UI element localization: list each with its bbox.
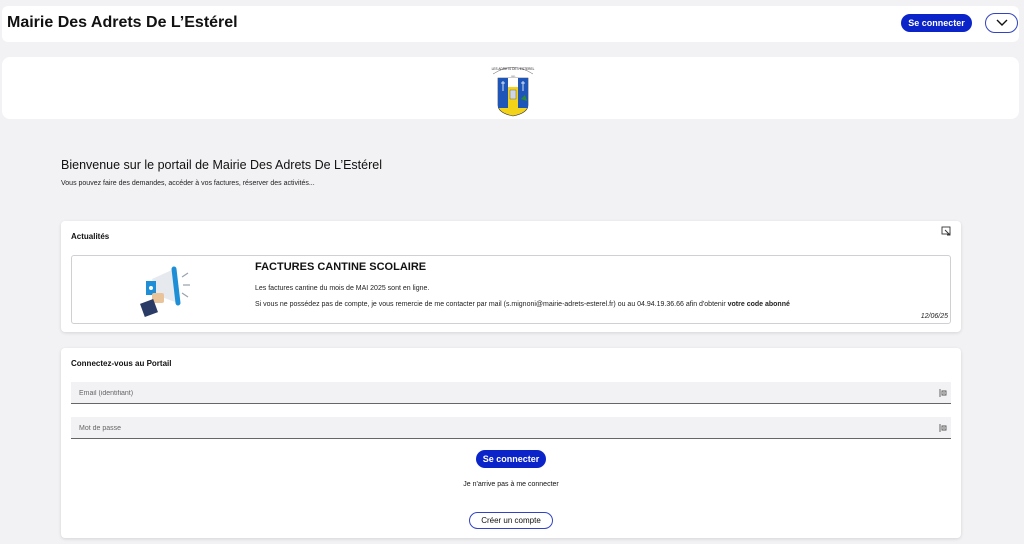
news-card: Actualités FACTURES CANTINE SCOLAIRE Les… xyxy=(61,221,961,332)
header-connect-button[interactable]: Se connecter xyxy=(901,14,972,32)
news-section-title: Actualités xyxy=(71,232,110,241)
login-card: Connectez-vous au Portail Se connecter J… xyxy=(61,348,961,538)
welcome-subtitle: Vous pouvez faire des demandes, accéder … xyxy=(61,180,315,187)
login-connect-button[interactable]: Se connecter xyxy=(476,450,546,468)
password-manager-icon[interactable] xyxy=(938,423,948,433)
news-bold-text: votre code abonné xyxy=(727,301,790,308)
email-field-container xyxy=(71,382,951,404)
welcome-title: Bienvenue sur le portail de Mairie Des A… xyxy=(61,158,382,172)
news-date: 12/06/25 xyxy=(920,313,948,320)
svg-text:1995: 1995 xyxy=(511,76,516,78)
login-section-title: Connectez-vous au Portail xyxy=(71,359,172,368)
news-headline: FACTURES CANTINE SCOLAIRE xyxy=(255,261,427,273)
logo-banner: LES ADRETS DE L'ESTEREL 1995 xyxy=(2,57,1019,119)
password-field-container xyxy=(71,417,951,439)
create-account-button[interactable]: Créer un compte xyxy=(469,512,553,529)
open-in-new-icon[interactable] xyxy=(941,226,951,236)
password-input[interactable] xyxy=(71,418,951,439)
news-text: Si vous ne possédez pas de compte, je vo… xyxy=(255,301,790,308)
site-title: Mairie Des Adrets De L’Estérel xyxy=(7,14,238,31)
menu-toggle-button[interactable] xyxy=(985,13,1018,33)
svg-text:LES ADRETS DE L'ESTEREL: LES ADRETS DE L'ESTEREL xyxy=(492,67,535,71)
login-help-link[interactable]: Je n'arrive pas à me connecter xyxy=(61,481,961,488)
chevron-down-icon xyxy=(996,19,1007,26)
news-item[interactable]: FACTURES CANTINE SCOLAIRE Les factures c… xyxy=(71,255,951,324)
top-bar: Mairie Des Adrets De L’Estérel Se connec… xyxy=(2,6,1019,42)
password-manager-icon[interactable] xyxy=(938,388,948,398)
megaphone-icon xyxy=(140,266,190,317)
municipal-crest-logo: LES ADRETS DE L'ESTEREL 1995 xyxy=(492,67,535,117)
news-text: Les factures cantine du mois de MAI 2025… xyxy=(255,285,430,292)
email-input[interactable] xyxy=(71,383,951,404)
